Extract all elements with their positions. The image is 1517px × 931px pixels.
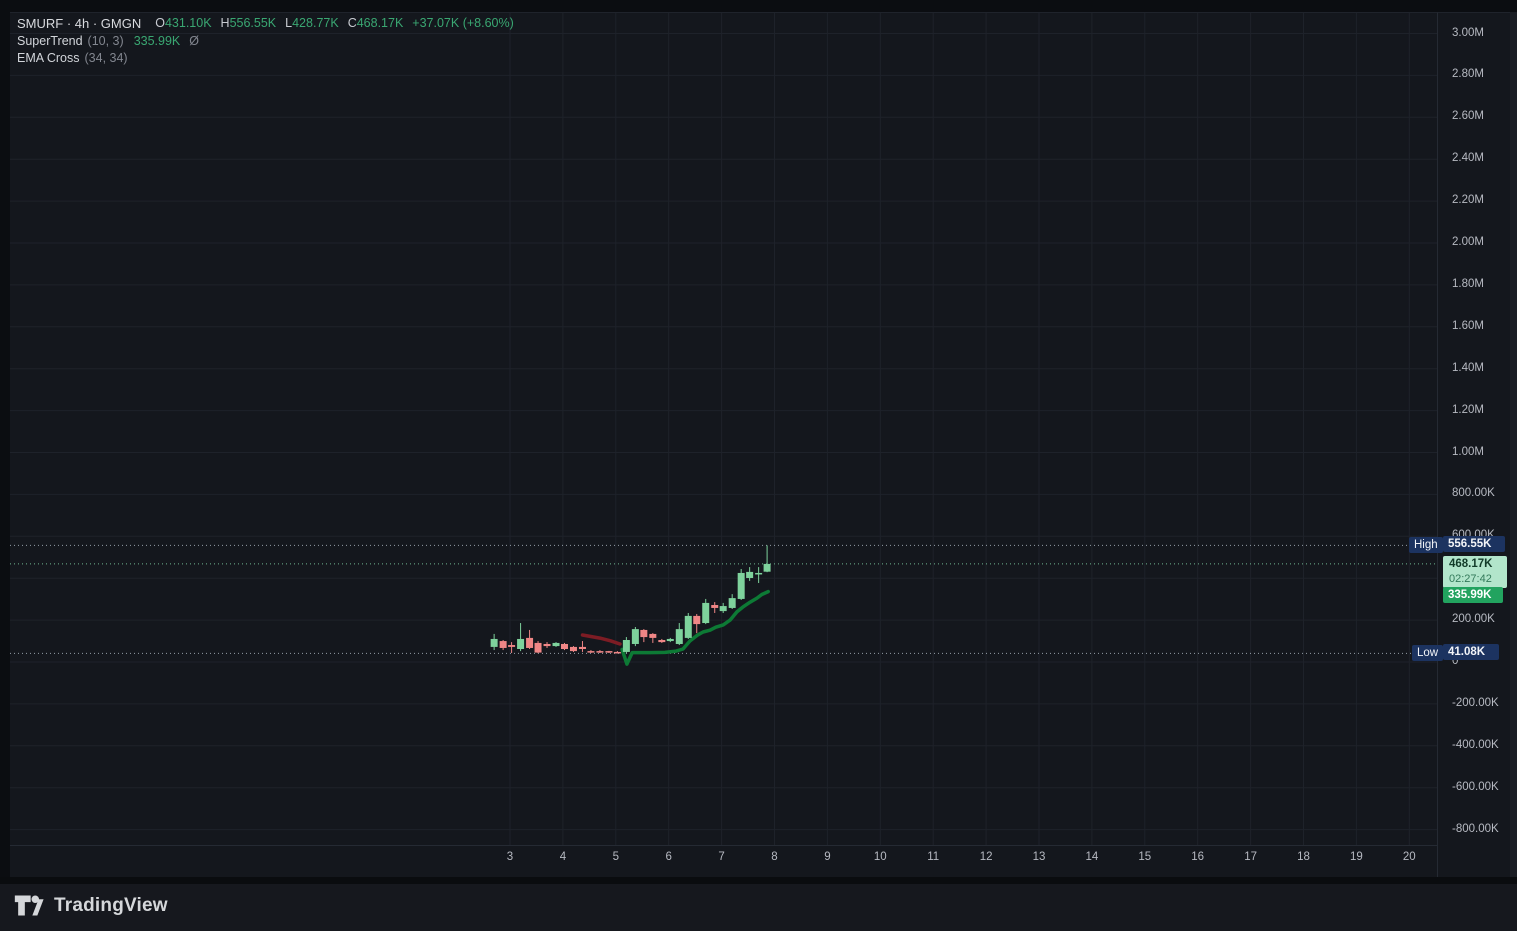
footer-divider	[0, 877, 1517, 884]
price-tick: 2.20M	[1452, 194, 1484, 207]
symbol-title: SMURF · 4h · GMGN	[17, 16, 142, 31]
price-tick: -200.00K	[1452, 696, 1499, 709]
supertrend-price-label: 335.99K	[1443, 587, 1503, 603]
supertrend-params: (10, 3)	[87, 33, 124, 48]
chart-pane[interactable]	[10, 12, 1437, 846]
time-tick: 16	[1191, 851, 1205, 863]
ohlc-low: L428.77K	[285, 16, 339, 30]
price-tick: 2.80M	[1452, 68, 1484, 81]
time-tick: 17	[1244, 851, 1257, 863]
low-price-label: 41.08K	[1443, 644, 1499, 660]
price-tick: -600.00K	[1452, 780, 1499, 793]
tradingview-logo-icon	[14, 895, 44, 916]
price-tick: -800.00K	[1452, 822, 1499, 835]
ema-cross-params: (34, 34)	[84, 51, 128, 65]
time-tick: 15	[1138, 851, 1152, 863]
last-price-label: 468.17K 02:27:42	[1443, 556, 1507, 588]
indicator-supertrend-row[interactable]: SuperTrend (10, 3) 335.99K Ø	[17, 33, 523, 51]
price-tick: 3.00M	[1452, 26, 1484, 39]
tradingview-chart-window: 3.00M 2.80M 2.60M 2.40M 2.20M 2.00M 1.80M 1.60M…	[0, 0, 1517, 931]
time-tick: 10	[873, 851, 887, 863]
price-tick: 1.00M	[1452, 445, 1484, 458]
time-tick: 6	[665, 851, 672, 863]
time-tick: 18	[1297, 851, 1310, 863]
time-tick: 4	[559, 851, 567, 863]
supertrend-name: SuperTrend	[17, 33, 83, 48]
time-tick: 11	[927, 851, 940, 863]
price-tick: 2.60M	[1452, 110, 1484, 123]
time-tick: 13	[1032, 851, 1046, 863]
ema-cross-name: EMA Cross	[17, 51, 80, 65]
high-tag: High	[1409, 537, 1443, 553]
tradingview-wordmark: TradingView	[54, 894, 168, 916]
last-price-value: 468.17K	[1449, 558, 1493, 570]
ohlc-high: H556.55K	[220, 16, 277, 30]
supertrend-value: 335.99K	[133, 33, 181, 48]
change-value: +37.07K (+8.60%)	[412, 16, 514, 30]
symbol-legend-row[interactable]: SMURF · 4h · GMGN O431.10K H556.55K L428…	[17, 15, 523, 33]
price-tick: 200.00K	[1452, 613, 1495, 626]
price-tick: 1.40M	[1452, 361, 1484, 374]
time-tick: 14	[1085, 851, 1099, 863]
high-price-label: 556.55K	[1443, 536, 1505, 552]
ohlc-open: O431.10K	[155, 16, 212, 30]
price-tick: 2.40M	[1452, 152, 1484, 165]
time-tick: 7	[718, 851, 725, 863]
price-tick: 1.80M	[1452, 277, 1484, 290]
time-tick: 9	[824, 851, 831, 863]
price-tick: 1.20M	[1452, 403, 1484, 416]
price-tick: 800.00K	[1452, 487, 1495, 500]
footer-bar: TradingView	[0, 884, 1517, 931]
price-tick: -400.00K	[1452, 738, 1499, 751]
time-tick: 12	[979, 851, 993, 863]
price-chart-canvas[interactable]	[10, 13, 1437, 846]
low-tag: Low	[1412, 645, 1444, 661]
time-tick: 8	[771, 851, 778, 863]
price-tick: 2.00M	[1452, 236, 1484, 248]
bar-countdown: 02:27:42	[1449, 573, 1492, 585]
time-tick: 20	[1402, 851, 1416, 863]
time-tick: 19	[1349, 851, 1363, 863]
time-tick: 5	[612, 851, 619, 863]
chart-legend: SMURF · 4h · GMGN O431.10K H556.55K L428…	[17, 15, 523, 68]
supertrend-hidden-icon[interactable]: Ø	[189, 33, 199, 51]
ohlc-close: C468.17K	[347, 16, 404, 30]
time-tick: 3	[506, 851, 514, 863]
tradingview-logo[interactable]: TradingView	[14, 893, 168, 918]
right-edge-strip	[1510, 12, 1517, 877]
indicator-ema-cross-row[interactable]: EMA Cross (34, 34)	[17, 50, 523, 68]
price-tick: 1.60M	[1452, 319, 1484, 332]
